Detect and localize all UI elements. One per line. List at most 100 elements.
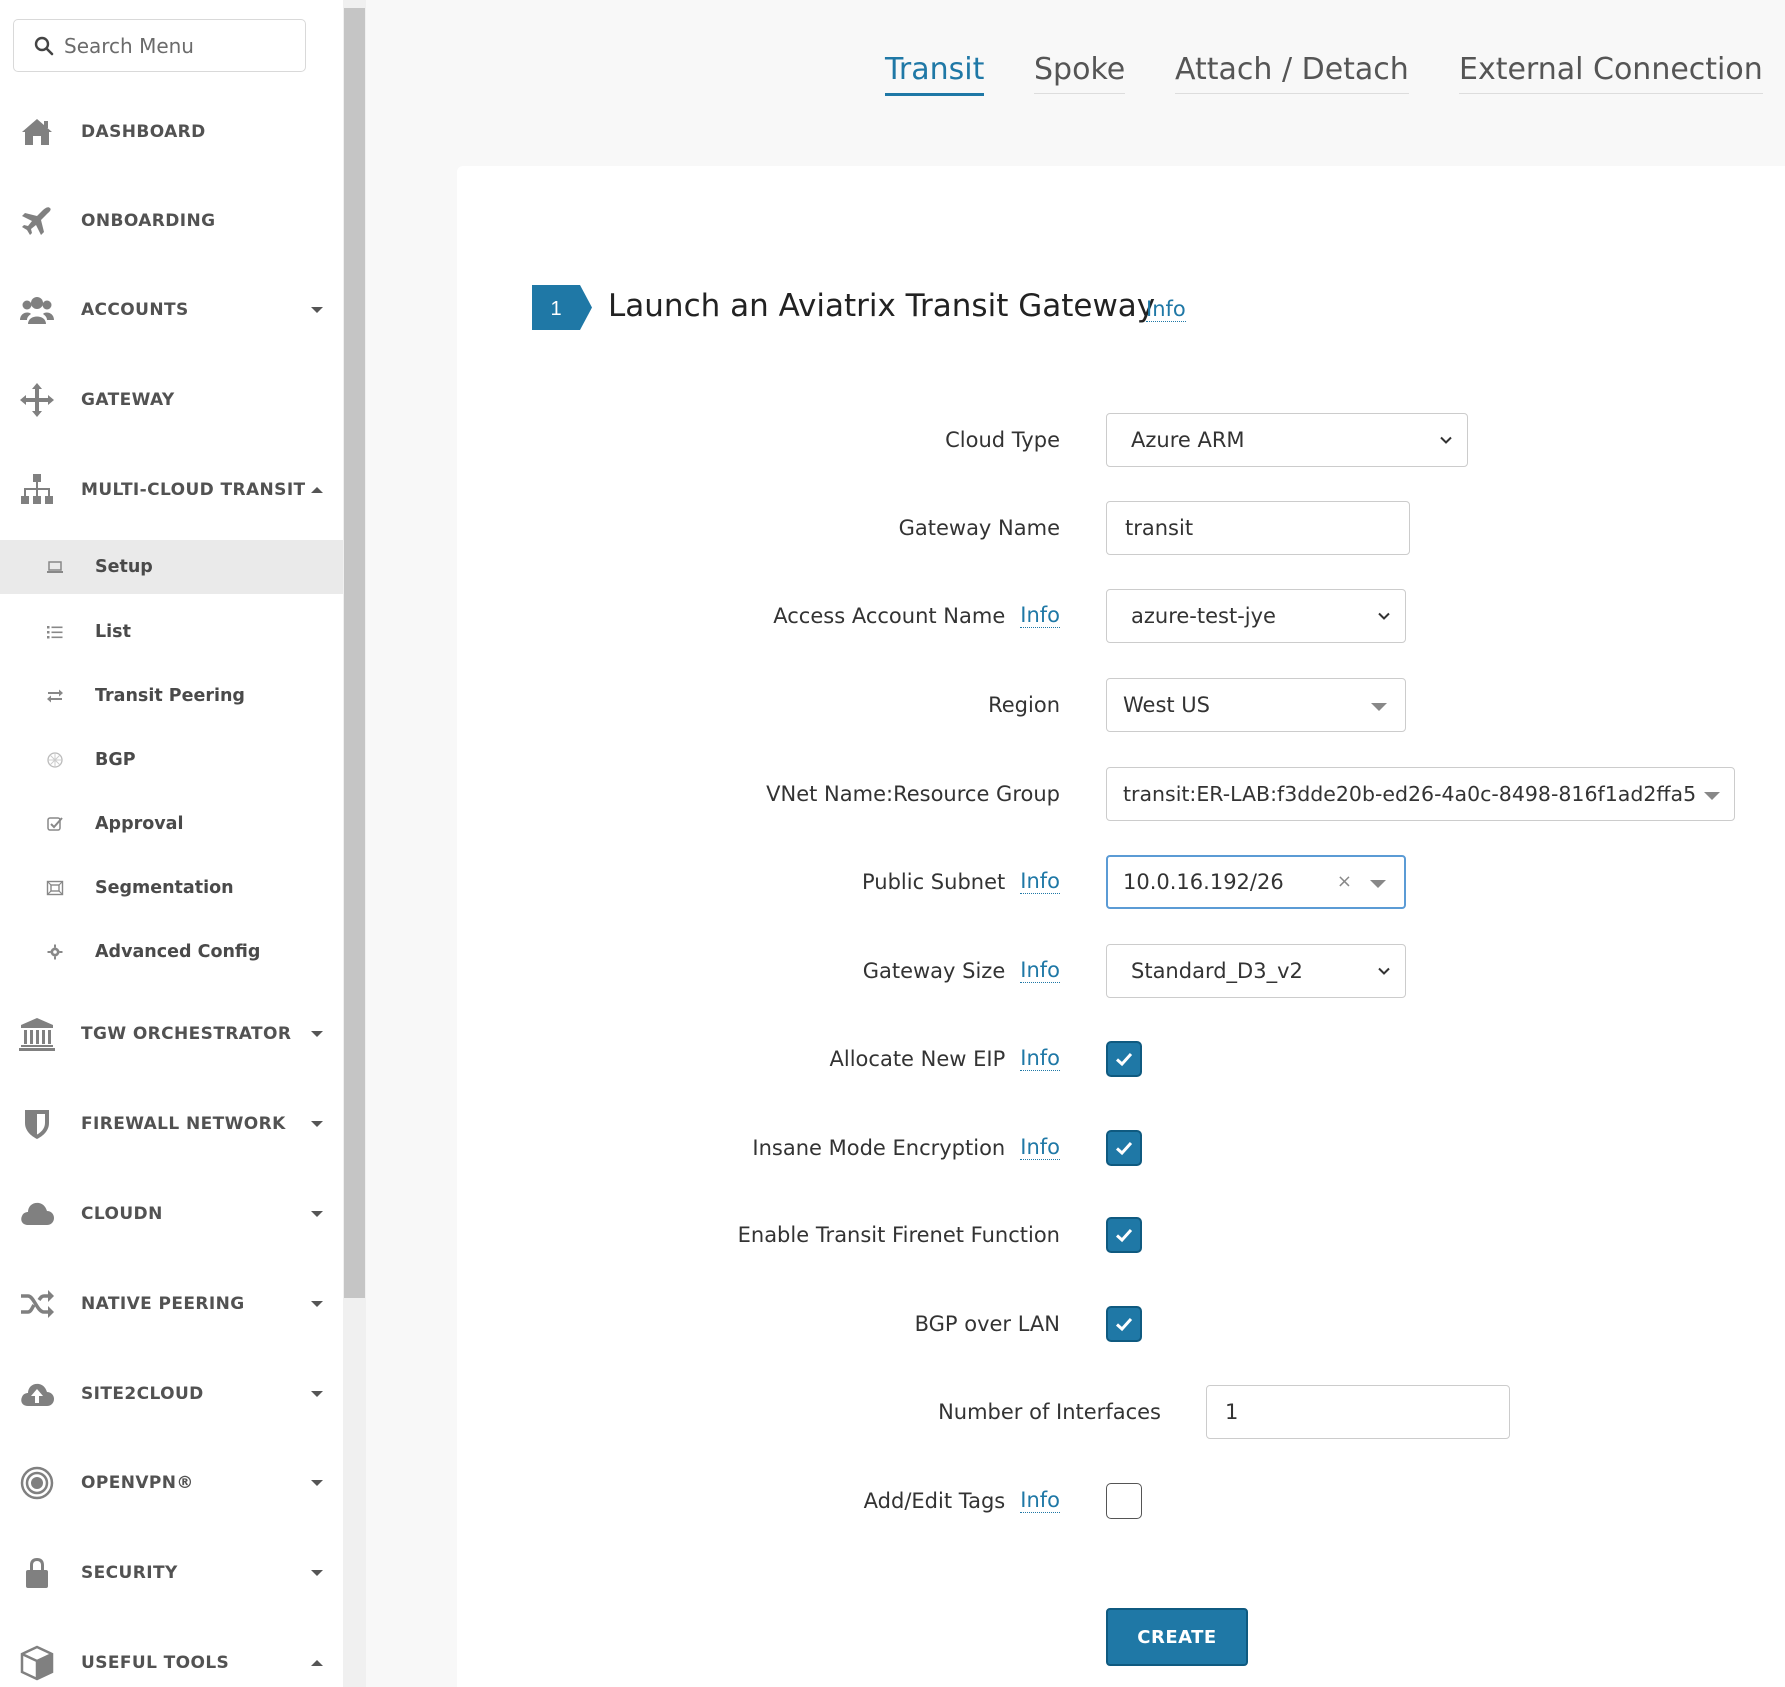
nav-label: GATEWAY bbox=[81, 390, 175, 410]
nav-accounts[interactable]: ACCOUNTS bbox=[0, 280, 343, 340]
vnet-select[interactable]: transit:ER-LAB:f3dde20b-ed26-4a0c-8498-8… bbox=[1106, 767, 1735, 821]
allocate-eip-label: Allocate New EIP Info bbox=[830, 1032, 1060, 1086]
check-icon bbox=[1115, 1317, 1133, 1332]
tab-external-connection[interactable]: External Connection bbox=[1459, 52, 1763, 94]
num-interfaces-input[interactable]: 1 bbox=[1206, 1385, 1510, 1439]
search-box[interactable] bbox=[13, 19, 306, 72]
caret-down-icon bbox=[1370, 880, 1386, 888]
region-select[interactable]: West US bbox=[1106, 678, 1406, 732]
gateway-size-select[interactable]: Standard_D3_v2 bbox=[1106, 944, 1406, 998]
cloud-type-select[interactable]: Azure ARM bbox=[1106, 413, 1468, 467]
gear-icon bbox=[44, 941, 66, 963]
label-text: Public Subnet bbox=[861, 870, 1006, 894]
step-badge: 1 bbox=[532, 285, 592, 330]
shield-icon bbox=[17, 1104, 57, 1144]
insane-mode-label: Insane Mode Encryption Info bbox=[752, 1121, 1060, 1175]
cloud-icon bbox=[17, 1194, 57, 1234]
tab-transit[interactable]: Transit bbox=[885, 52, 985, 96]
allocate-eip-checkbox[interactable] bbox=[1106, 1041, 1142, 1077]
title-info-link[interactable]: Info bbox=[1146, 297, 1186, 323]
sidebar-scrollbar-thumb[interactable] bbox=[344, 8, 365, 1298]
num-interfaces-label: Number of Interfaces bbox=[938, 1385, 1161, 1439]
nav-label: FIREWALL NETWORK bbox=[81, 1114, 286, 1134]
nav-openvpn[interactable]: OPENVPN® bbox=[0, 1453, 343, 1513]
label-text: Cloud Type bbox=[945, 428, 1060, 452]
users-icon bbox=[17, 290, 57, 330]
move-arrows-icon bbox=[17, 380, 57, 420]
tags-checkbox[interactable] bbox=[1106, 1483, 1142, 1519]
info-link[interactable]: Info bbox=[1020, 1135, 1060, 1161]
info-link[interactable]: Info bbox=[1020, 1046, 1060, 1072]
nav-label: MULTI-CLOUD TRANSIT bbox=[81, 480, 306, 500]
sidebar-item-label: BGP bbox=[95, 750, 136, 770]
sidebar-item-approval[interactable]: Approval bbox=[0, 797, 343, 851]
nav-label: NATIVE PEERING bbox=[81, 1294, 245, 1314]
label-text: Allocate New EIP bbox=[829, 1047, 1006, 1071]
access-account-select[interactable]: azure-test-jye bbox=[1106, 589, 1406, 643]
nav-native-peering[interactable]: NATIVE PEERING bbox=[0, 1274, 343, 1334]
public-subnet-select[interactable]: 10.0.16.192/26 × bbox=[1106, 855, 1406, 909]
info-link[interactable]: Info bbox=[1020, 869, 1060, 895]
gateway-name-input[interactable]: transit bbox=[1106, 501, 1410, 555]
nav-tgw-orchestrator[interactable]: TGW ORCHESTRATOR bbox=[0, 1004, 343, 1064]
public-subnet-label: Public Subnet Info bbox=[862, 855, 1060, 909]
shuffle-icon bbox=[17, 1284, 57, 1324]
nav-site2cloud[interactable]: SITE2CLOUD bbox=[0, 1364, 343, 1424]
search-icon bbox=[34, 36, 54, 55]
info-link[interactable]: Info bbox=[1020, 603, 1060, 629]
sidebar-item-advanced-config[interactable]: Advanced Config bbox=[0, 925, 343, 979]
chevron-up-icon bbox=[311, 1660, 323, 1666]
nav-multi-cloud-transit[interactable]: MULTI-CLOUD TRANSIT bbox=[0, 460, 343, 520]
chevron-down-icon bbox=[311, 1211, 323, 1217]
cloud-type-label: Cloud Type bbox=[945, 413, 1060, 467]
chevron-down-icon bbox=[311, 1391, 323, 1397]
nav-gateway[interactable]: GATEWAY bbox=[0, 370, 343, 430]
nav-label: CLOUDN bbox=[81, 1204, 163, 1224]
bgp-lan-checkbox[interactable] bbox=[1106, 1306, 1142, 1342]
nav-cloudn[interactable]: CLOUDN bbox=[0, 1184, 343, 1244]
clear-icon[interactable]: × bbox=[1337, 871, 1352, 892]
vnet-label: VNet Name:Resource Group bbox=[766, 767, 1060, 821]
label-text: Access Account Name bbox=[773, 604, 1006, 628]
tab-attach-detach[interactable]: Attach / Detach bbox=[1175, 52, 1409, 94]
sidebar-item-bgp[interactable]: BGP bbox=[0, 733, 343, 787]
chevron-down-icon bbox=[1378, 967, 1390, 975]
nav-dashboard[interactable]: DASHBOARD bbox=[0, 102, 343, 162]
sidebar-item-setup[interactable]: Setup bbox=[0, 540, 343, 594]
label-text: Enable Transit Firenet Function bbox=[737, 1223, 1060, 1247]
select-value: 10.0.16.192/26 bbox=[1123, 870, 1284, 894]
insane-mode-checkbox[interactable] bbox=[1106, 1130, 1142, 1166]
firenet-checkbox[interactable] bbox=[1106, 1217, 1142, 1253]
caret-down-icon bbox=[1371, 703, 1387, 711]
nav-security[interactable]: SECURITY bbox=[0, 1543, 343, 1603]
chevron-down-icon bbox=[311, 1301, 323, 1307]
check-icon bbox=[1115, 1141, 1133, 1156]
sitemap-icon bbox=[17, 470, 57, 510]
form-card bbox=[457, 166, 1785, 1687]
sidebar-item-segmentation[interactable]: Segmentation bbox=[0, 861, 343, 915]
nav-label: DASHBOARD bbox=[81, 122, 206, 142]
sidebar-item-label: List bbox=[95, 622, 131, 642]
network-icon bbox=[44, 749, 66, 771]
step-number: 1 bbox=[550, 298, 561, 320]
nav-useful-tools[interactable]: USEFUL TOOLS bbox=[0, 1633, 343, 1687]
nav-onboarding[interactable]: ONBOARDING bbox=[0, 191, 343, 251]
tab-spoke[interactable]: Spoke bbox=[1034, 52, 1126, 94]
sidebar-item-list[interactable]: List bbox=[0, 605, 343, 659]
nav-firewall-network[interactable]: FIREWALL NETWORK bbox=[0, 1094, 343, 1154]
create-button[interactable]: CREATE bbox=[1106, 1608, 1248, 1666]
input-value: 1 bbox=[1225, 1400, 1239, 1424]
caret-down-icon bbox=[1704, 792, 1720, 800]
chevron-down-icon bbox=[311, 1031, 323, 1037]
target-icon bbox=[17, 1463, 57, 1503]
sidebar-item-transit-peering[interactable]: Transit Peering bbox=[0, 669, 343, 723]
page-title: Launch an Aviatrix Transit Gateway bbox=[608, 288, 1156, 324]
search-input[interactable] bbox=[64, 33, 294, 58]
label-text: Gateway Name bbox=[898, 516, 1060, 540]
sidebar: DASHBOARD ONBOARDING ACCOUNTS GATEWAY MU… bbox=[0, 0, 343, 1687]
input-value: transit bbox=[1125, 516, 1194, 540]
info-link[interactable]: Info bbox=[1020, 958, 1060, 984]
chevron-down-icon bbox=[1378, 612, 1390, 620]
nav-label: ACCOUNTS bbox=[81, 300, 189, 320]
info-link[interactable]: Info bbox=[1020, 1488, 1060, 1514]
